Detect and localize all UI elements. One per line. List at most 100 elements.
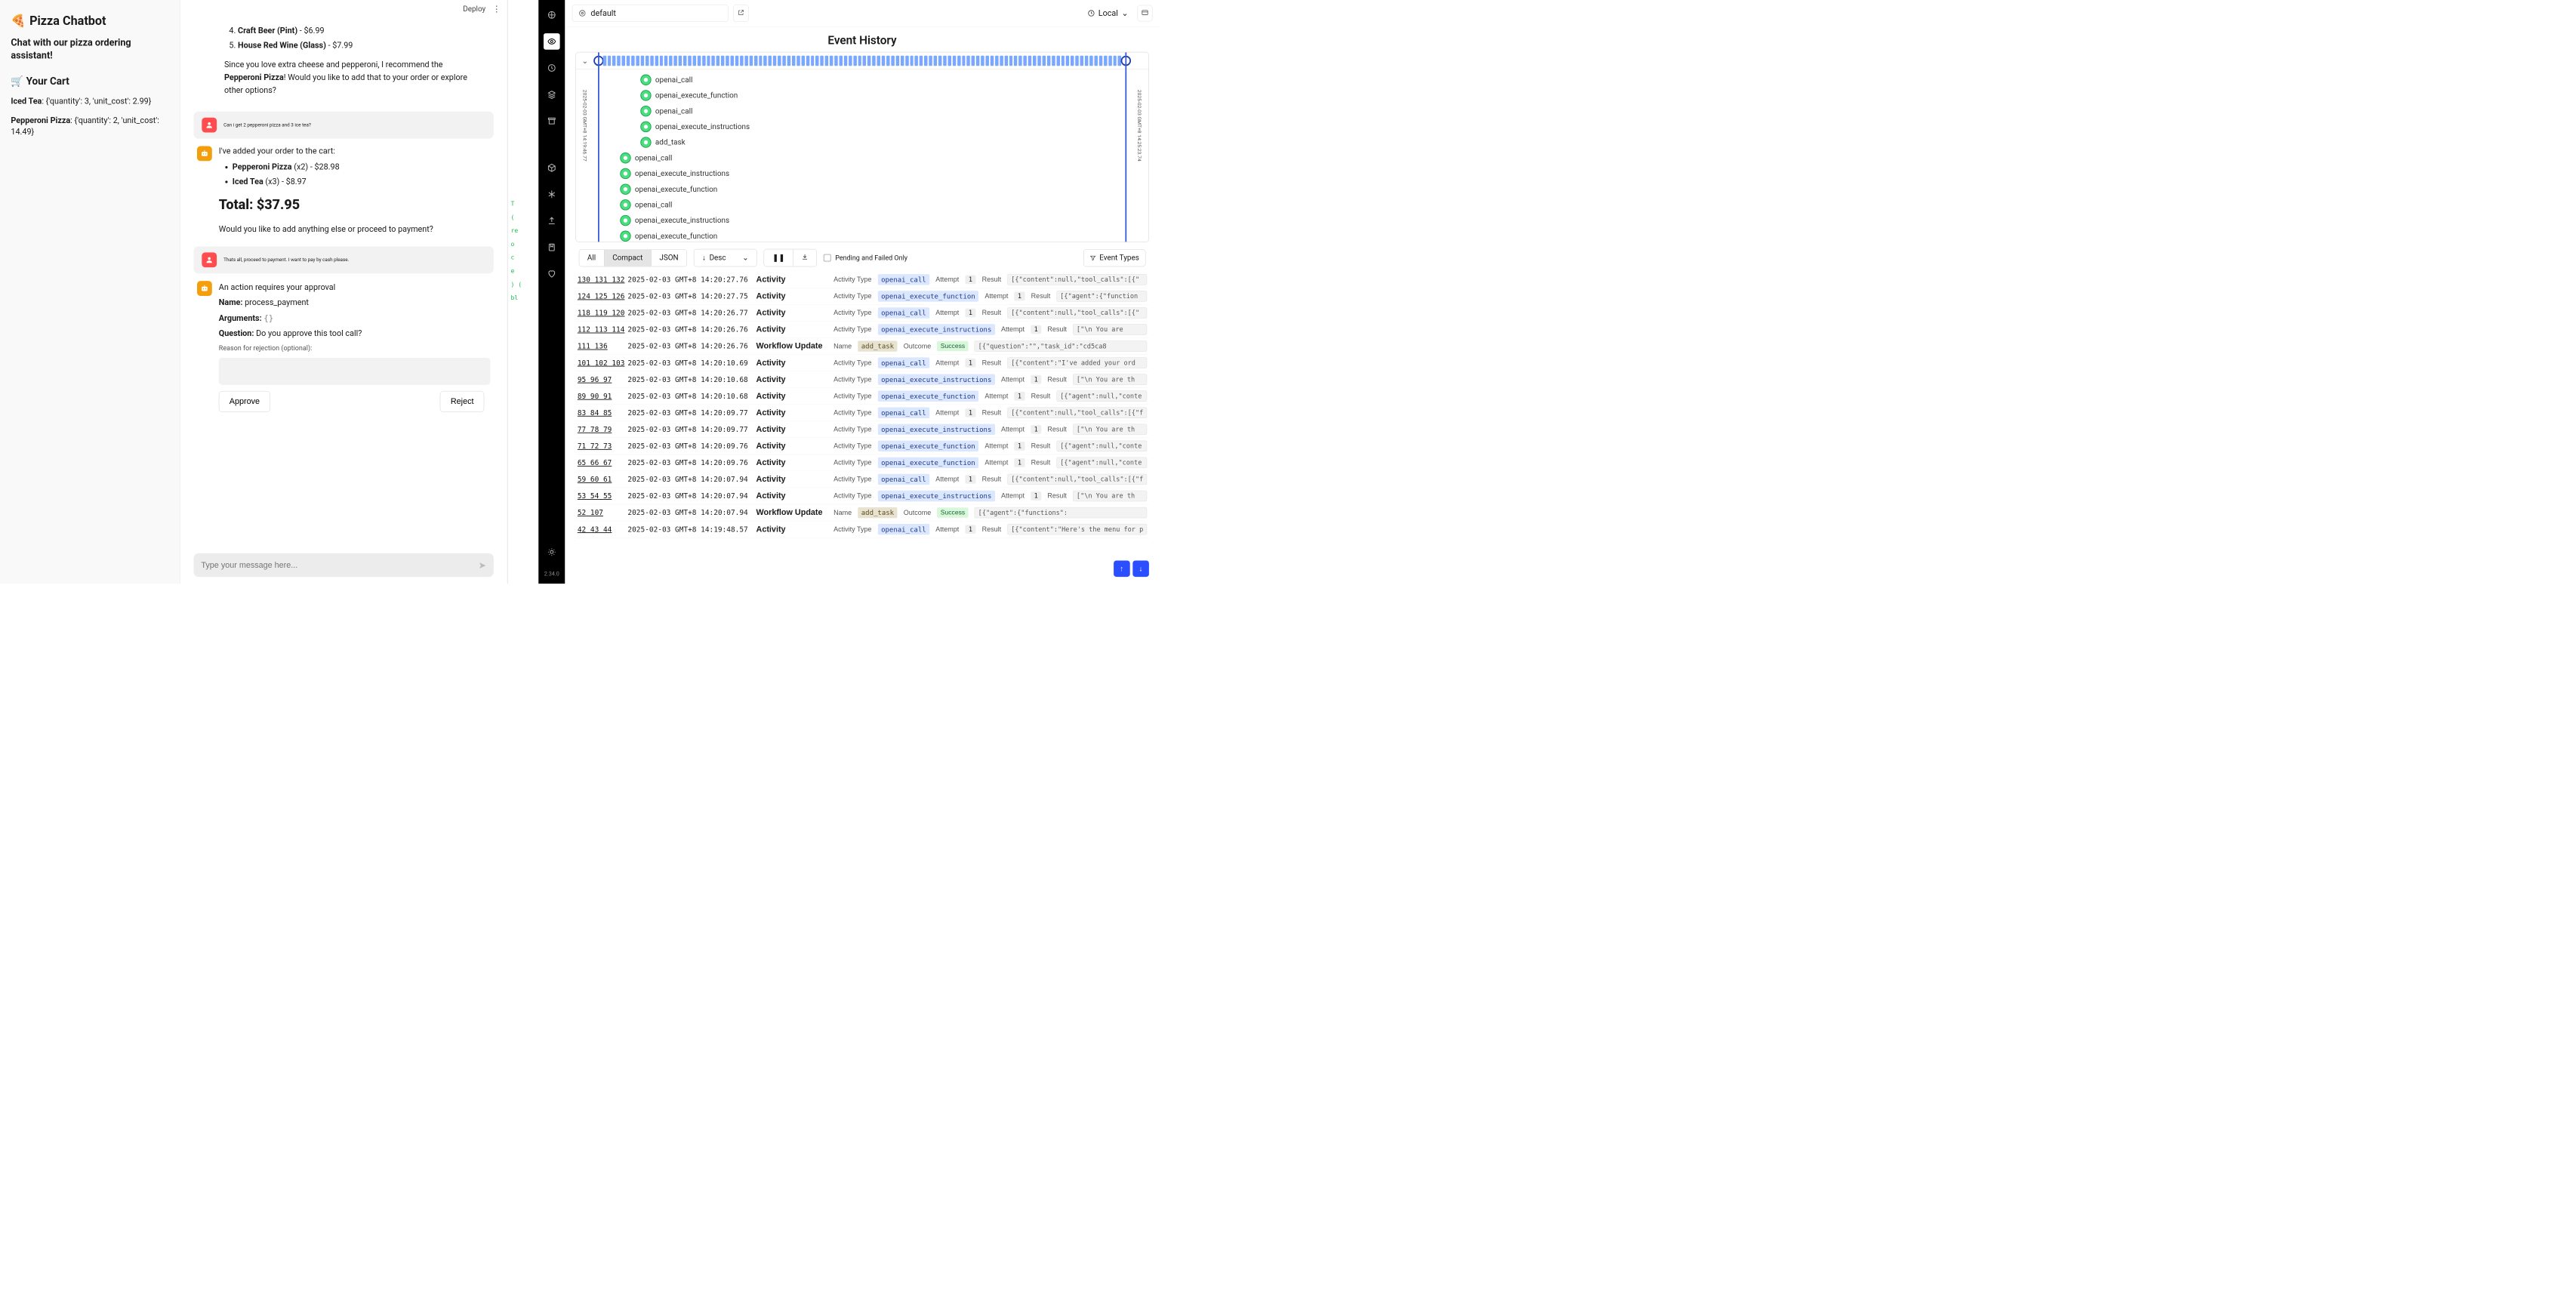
event-row[interactable]: 83 84 852025-02-03 GMT+8 14:20:09.77Acti… (575, 405, 1149, 421)
timeline[interactable]: ⌄ 2025-02-03 GMT+8 14:19:46.77 2025-02-0… (575, 52, 1149, 242)
event-row[interactable]: 95 96 972025-02-03 GMT+8 14:20:10.68Acti… (575, 371, 1149, 388)
event-ids[interactable]: 130 131 132 (578, 276, 622, 284)
event-timestamp: 2025-02-03 GMT+8 14:19:48.57 (627, 525, 750, 534)
scroll-down-button[interactable]: ↓ (1132, 561, 1149, 578)
event-timestamp: 2025-02-03 GMT+8 14:20:10.68 (627, 392, 750, 400)
event-kind: Workflow Update (756, 341, 828, 351)
reject-button[interactable]: Reject (440, 391, 485, 412)
sort-desc[interactable]: ↓ Desc (694, 249, 734, 266)
event-row[interactable]: 77 78 792025-02-03 GMT+8 14:20:09.77Acti… (575, 421, 1149, 438)
event-timestamp: 2025-02-03 GMT+8 14:20:10.68 (627, 375, 750, 384)
upload-icon[interactable] (544, 213, 560, 230)
event-ids[interactable]: 118 119 120 (578, 309, 622, 317)
sort-dropdown[interactable]: ⌄ (734, 249, 756, 266)
timeline-node[interactable]: openai_call (640, 103, 1114, 119)
external-link-icon[interactable] (733, 5, 749, 22)
snowflake-icon[interactable] (544, 186, 560, 203)
deploy-button[interactable]: Deploy (463, 5, 485, 13)
sun-icon[interactable] (544, 544, 560, 560)
event-tag: openai_execute_function (878, 291, 979, 301)
view-compact[interactable]: Compact (604, 250, 651, 266)
drink-item: Craft Beer (Pint) - $6.99 (238, 24, 477, 37)
node-dot (640, 90, 651, 100)
cube-icon[interactable] (544, 160, 560, 177)
event-ids[interactable]: 77 78 79 (578, 425, 622, 433)
event-ids[interactable]: 112 113 114 (578, 325, 622, 334)
view-all[interactable]: All (579, 250, 604, 266)
pause-button[interactable]: ❚❚ (764, 249, 793, 266)
event-row[interactable]: 42 43 44 2025-02-03 GMT+8 14:19:48.57 Acti… (575, 521, 1149, 538)
checkbox[interactable] (824, 254, 831, 262)
attempt-badge: 1 (1031, 375, 1041, 384)
event-ids[interactable]: 53 54 55 (578, 492, 622, 501)
send-icon[interactable]: ➤ (479, 559, 487, 571)
event-row[interactable]: 101 102 1032025-02-03 GMT+8 14:20:10.69A… (575, 355, 1149, 371)
layers-icon[interactable] (544, 86, 560, 103)
namespace-selector[interactable]: default (572, 5, 729, 22)
event-ids[interactable]: 95 96 97 (578, 375, 622, 384)
timeline-node[interactable]: openai_execute_function (640, 88, 1114, 103)
timeline-node[interactable]: openai_call (620, 197, 1114, 213)
download-icon (802, 254, 809, 260)
event-row[interactable]: 71 72 732025-02-03 GMT+8 14:20:09.76Acti… (575, 438, 1149, 454)
event-kind: Activity (756, 491, 828, 501)
view-json[interactable]: JSON (652, 250, 687, 266)
event-ids[interactable]: 52 107 (578, 509, 622, 517)
compass-icon[interactable] (544, 7, 560, 23)
timeline-node[interactable]: add_task (640, 134, 1114, 150)
pending-filter[interactable]: Pending and Failed Only (824, 254, 907, 262)
event-result: [{"content":null,"tool_calls":[{"f (1007, 474, 1147, 485)
event-kind: Activity (756, 425, 828, 435)
eye-icon[interactable] (544, 33, 560, 50)
chat-input[interactable] (201, 560, 478, 570)
heart-icon[interactable] (544, 266, 560, 282)
collapse-icon[interactable]: ⌄ (582, 57, 588, 66)
history-icon[interactable] (544, 60, 560, 76)
timeline-node[interactable]: openai_execute_instructions (640, 119, 1114, 135)
event-types-button[interactable]: Event Types (1083, 249, 1145, 266)
event-row[interactable]: 118 119 1202025-02-03 GMT+8 14:20:26.77A… (575, 305, 1149, 322)
layout-icon[interactable] (1138, 5, 1153, 22)
event-row[interactable]: 89 90 912025-02-03 GMT+8 14:20:10.68Acti… (575, 388, 1149, 405)
event-row[interactable]: 112 113 1142025-02-03 GMT+8 14:20:26.76A… (575, 322, 1149, 338)
timeline-node[interactable]: openai_execute_function (620, 228, 1114, 242)
approve-button[interactable]: Approve (219, 391, 270, 412)
event-ids[interactable]: 71 72 73 (578, 442, 622, 450)
bookmark-icon[interactable] (544, 239, 560, 256)
user-message: Thats all, proceed to payment. I want to… (194, 246, 495, 273)
event-ids[interactable]: 83 84 85 (578, 408, 622, 417)
event-kind: Activity (756, 442, 828, 451)
event-row[interactable]: 59 60 612025-02-03 GMT+8 14:20:07.94Acti… (575, 471, 1149, 488)
event-ids[interactable]: 101 102 103 (578, 359, 622, 367)
archive-icon[interactable] (544, 112, 560, 129)
timeline-node[interactable]: openai_execute_instructions (620, 166, 1114, 182)
event-row[interactable]: 111 1362025-02-03 GMT+8 14:20:26.76Workf… (575, 338, 1149, 355)
reject-reason-input[interactable] (219, 358, 491, 385)
event-ids[interactable]: 42 43 44 (578, 525, 622, 534)
event-ids[interactable]: 65 66 67 (578, 459, 622, 467)
event-ids[interactable]: 89 90 91 (578, 392, 622, 400)
scroll-up-button[interactable]: ↑ (1114, 561, 1130, 578)
event-ids[interactable]: 111 136 (578, 342, 622, 350)
timeline-node[interactable]: openai_execute_function (620, 181, 1114, 197)
event-ids[interactable]: 59 60 61 (578, 476, 622, 484)
event-row[interactable]: 130 131 1322025-02-03 GMT+8 14:20:27.76A… (575, 272, 1149, 288)
event-row[interactable]: 52 1072025-02-03 GMT+8 14:20:07.94Workfl… (575, 504, 1149, 521)
attempt-badge: 1 (1031, 325, 1041, 334)
download-button[interactable] (793, 249, 817, 266)
event-row[interactable]: 53 54 552025-02-03 GMT+8 14:20:07.94Acti… (575, 488, 1149, 504)
target-icon (578, 10, 586, 17)
timeline-node[interactable]: openai_execute_instructions (620, 213, 1114, 229)
timezone-selector[interactable]: Local ⌄ (1083, 5, 1133, 21)
timeline-node[interactable]: openai_call (620, 150, 1114, 166)
event-list[interactable]: 130 131 1322025-02-03 GMT+8 14:20:27.76A… (565, 272, 1160, 584)
event-result: ["\n You are th (1073, 424, 1147, 435)
menu-icon[interactable]: ⋮ (492, 4, 501, 14)
timeline-node[interactable]: openai_call (640, 72, 1114, 88)
event-row[interactable]: 124 125 1262025-02-03 GMT+8 14:20:27.75A… (575, 288, 1149, 305)
event-row[interactable]: 65 66 672025-02-03 GMT+8 14:20:09.76Acti… (575, 454, 1149, 471)
event-tag: openai_execute_function (878, 457, 979, 468)
event-ids[interactable]: 124 125 126 (578, 292, 622, 300)
user-avatar-icon (202, 252, 217, 267)
event-kind: Activity (756, 525, 828, 535)
